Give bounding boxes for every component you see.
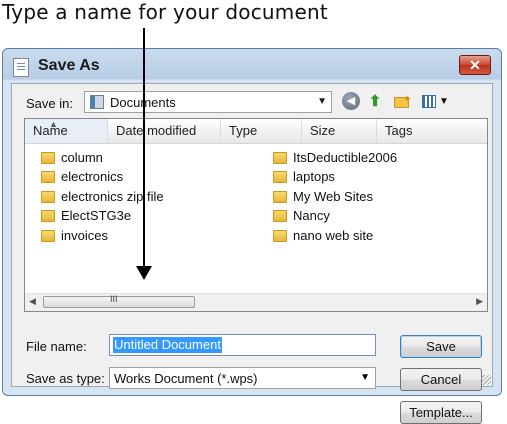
- new-folder-icon[interactable]: ✦: [392, 92, 412, 112]
- folder-icon: [41, 152, 55, 164]
- folder-icon: [41, 230, 55, 242]
- dialog-body: Save in: Documents ▼ ◀ ⬆ ✦ ▼ ▲Name Date …: [11, 83, 493, 424]
- scrollbar-thumb[interactable]: III: [43, 294, 195, 308]
- save-as-type-value: Works Document (*.wps): [114, 371, 258, 386]
- scroll-left-icon[interactable]: ◀: [29, 296, 36, 307]
- annotation-arrowhead: [136, 266, 152, 280]
- column-header-tags[interactable]: Tags: [377, 119, 487, 143]
- save-button[interactable]: Save: [400, 335, 482, 358]
- folder-icon: [273, 152, 287, 164]
- cancel-button[interactable]: Cancel: [400, 368, 482, 391]
- documents-library-icon: [90, 95, 104, 109]
- folder-icon: [273, 171, 287, 183]
- column-header-row: ▲ Name Date modified Type Size Tags: [25, 119, 487, 144]
- file-name-value: Untitled Document: [113, 337, 222, 353]
- save-in-dropdown[interactable]: Documents ▼: [84, 91, 332, 113]
- chevron-down-icon: ▼: [360, 372, 370, 383]
- folder-icon: [41, 191, 55, 203]
- views-menu-icon[interactable]: ▼: [420, 92, 450, 112]
- folder-icon: [273, 191, 287, 203]
- sort-ascending-icon: ▲: [49, 119, 58, 129]
- column-header-date-modified[interactable]: Date modified: [108, 119, 221, 143]
- column-header-size[interactable]: Size: [302, 119, 377, 143]
- horizontal-scrollbar[interactable]: ◀ III ▶: [25, 293, 487, 311]
- scrollbar-grip: III: [110, 294, 118, 304]
- column-header-type[interactable]: Type: [221, 119, 302, 143]
- file-name-field[interactable]: Untitled Document: [109, 334, 376, 356]
- annotation-arrow: [143, 28, 145, 272]
- scroll-right-icon[interactable]: ▶: [476, 296, 483, 307]
- save-as-type-label: Save as type:: [26, 371, 105, 386]
- save-as-type-dropdown[interactable]: Works Document (*.wps) ▼: [109, 367, 376, 389]
- file-list[interactable]: ▲ Name Date modified Type Size Tags colum…: [24, 118, 488, 312]
- title-bar[interactable]: Save As ✕: [3, 49, 501, 83]
- dialog-title: Save As: [38, 57, 100, 74]
- folder-icon: [41, 171, 55, 183]
- save-in-label: Save in:: [26, 96, 73, 111]
- file-name-label: File name:: [26, 339, 87, 354]
- template-button[interactable]: Template...: [400, 401, 482, 424]
- annotation-callout: Type a name for your document: [2, 0, 328, 24]
- chevron-down-icon: ▼: [317, 96, 327, 107]
- document-icon: [13, 58, 29, 77]
- back-icon[interactable]: ◀: [342, 92, 360, 110]
- resize-grip-icon[interactable]: [481, 375, 491, 385]
- save-as-dialog: Save As ✕ Save in: Documents ▼ ◀ ⬆ ✦ ▼ ▲…: [2, 48, 502, 424]
- close-button[interactable]: ✕: [459, 55, 491, 75]
- folder-icon: [273, 210, 287, 222]
- column-header-name[interactable]: ▲ Name: [25, 119, 108, 143]
- folder-icon: [41, 210, 55, 222]
- up-folder-icon[interactable]: ⬆: [365, 92, 385, 112]
- folder-icon: [273, 230, 287, 242]
